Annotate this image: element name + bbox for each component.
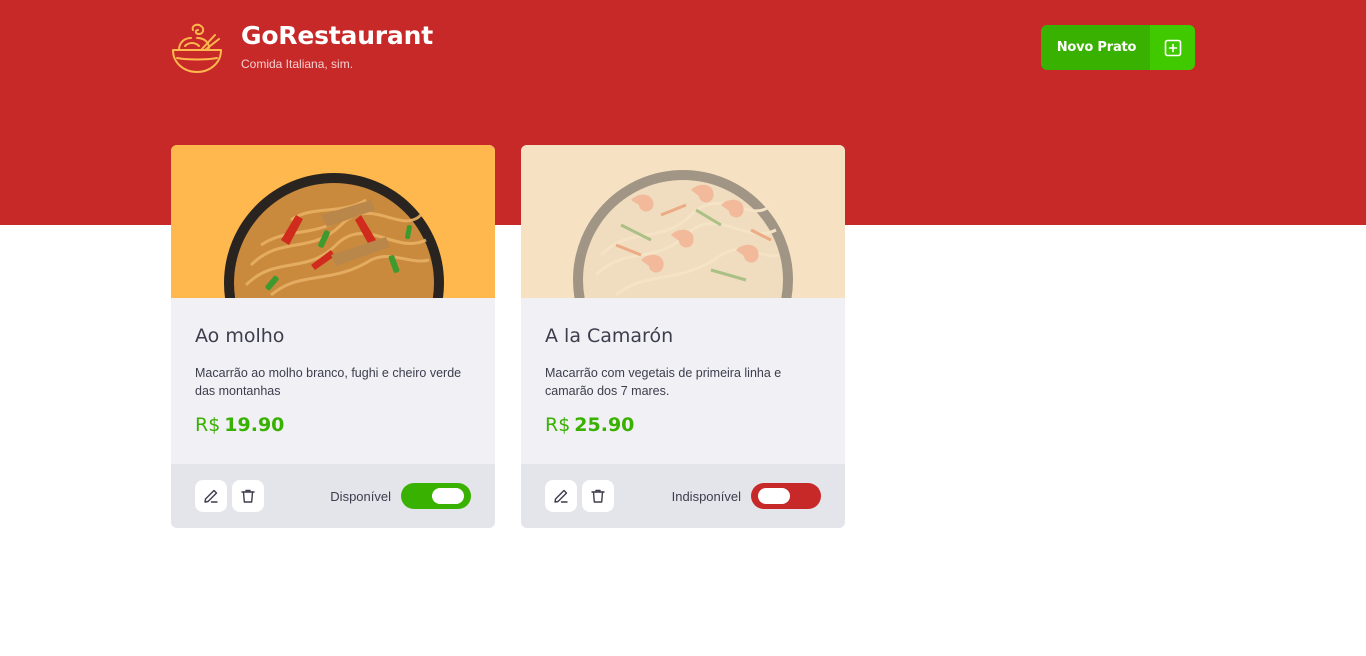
dish-description: Macarrão com vegetais de primeira linha …: [545, 366, 782, 398]
page: GoRestaurant Comida Italiana, sim. Novo …: [0, 0, 1366, 656]
plus-square-icon: [1150, 25, 1195, 70]
trash-icon: [591, 489, 605, 503]
pencil-icon: [554, 489, 568, 503]
dish-description: Macarrão ao molho branco, fughi e cheiro…: [195, 366, 462, 398]
dish-actions: [195, 480, 264, 512]
dish-card-body: Ao molho Macarrão ao molho branco, fughi…: [171, 298, 495, 464]
availability: Disponível: [330, 483, 471, 509]
delete-dish-button[interactable]: [232, 480, 264, 512]
price-value: 25.90: [574, 414, 635, 436]
dish-price: R$ 19.90: [195, 412, 471, 438]
availability-label: Disponível: [330, 488, 391, 504]
dish-card-footer: Indisponível: [521, 464, 845, 528]
dish-card: A la Camarón Macarrão com vegetais de pr…: [521, 145, 845, 528]
brand-subtitle: Comida Italiana, sim.: [241, 57, 354, 71]
noodle-bowl-icon: [172, 23, 222, 73]
brand-title: GoRestaurant: [241, 21, 433, 50]
new-dish-button-label: Novo Prato: [1041, 25, 1150, 70]
delete-dish-button[interactable]: [582, 480, 614, 512]
pencil-icon: [204, 489, 218, 503]
edit-dish-button[interactable]: [545, 480, 577, 512]
toggle-knob: [758, 488, 790, 504]
price-currency: R$: [545, 414, 571, 436]
new-dish-button[interactable]: Novo Prato: [1041, 25, 1195, 70]
price-currency: R$: [195, 414, 221, 436]
dish-price: R$ 25.90: [545, 412, 821, 438]
dish-image: [521, 145, 845, 298]
dish-name: Ao molho: [195, 325, 285, 347]
availability-toggle[interactable]: [401, 483, 471, 509]
availability-label: Indisponível: [671, 488, 741, 504]
price-value: 19.90: [224, 414, 285, 436]
dish-actions: [545, 480, 614, 512]
trash-icon: [241, 489, 255, 503]
edit-dish-button[interactable]: [195, 480, 227, 512]
dish-card-body: A la Camarón Macarrão com vegetais de pr…: [521, 298, 845, 464]
dish-name: A la Camarón: [545, 325, 674, 347]
brand: GoRestaurant Comida Italiana, sim.: [171, 22, 433, 74]
availability: Indisponível: [672, 483, 821, 509]
dish-card: Ao molho Macarrão ao molho branco, fughi…: [171, 145, 495, 528]
dish-card-footer: Disponível: [171, 464, 495, 528]
dish-image: [171, 145, 495, 298]
toggle-knob: [432, 488, 464, 504]
availability-toggle[interactable]: [751, 483, 821, 509]
